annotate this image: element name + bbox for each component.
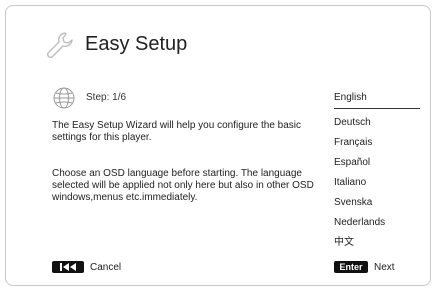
language-instructions: Choose an OSD language before starting. … — [52, 168, 314, 203]
wrench-icon — [47, 32, 73, 58]
previous-track-icon — [52, 261, 84, 273]
enter-key-badge: Enter — [334, 261, 368, 273]
language-option-espanol[interactable]: Español — [334, 153, 420, 173]
language-option-english[interactable]: English — [334, 90, 420, 109]
language-option-chinese[interactable]: 中文 — [334, 233, 420, 253]
next-label: Next — [374, 262, 395, 273]
cancel-label: Cancel — [90, 262, 122, 273]
step-label: Step: 1/6 — [86, 92, 127, 103]
language-option-francais[interactable]: Français — [334, 133, 420, 153]
language-option-nederlands[interactable]: Nederlands — [334, 213, 420, 233]
language-list: English Deutsch Français Español Italian… — [334, 90, 420, 253]
setup-dialog: Easy Setup Step: 1/6 The Easy Setup Wiza… — [5, 5, 431, 286]
language-option-svenska[interactable]: Svenska — [334, 193, 420, 213]
language-option-deutsch[interactable]: Deutsch — [334, 113, 420, 133]
intro-text: The Easy Setup Wizard will help you conf… — [52, 120, 302, 143]
page-title: Easy Setup — [85, 33, 188, 55]
language-option-italiano[interactable]: Italiano — [334, 173, 420, 193]
globe-icon — [53, 87, 75, 109]
